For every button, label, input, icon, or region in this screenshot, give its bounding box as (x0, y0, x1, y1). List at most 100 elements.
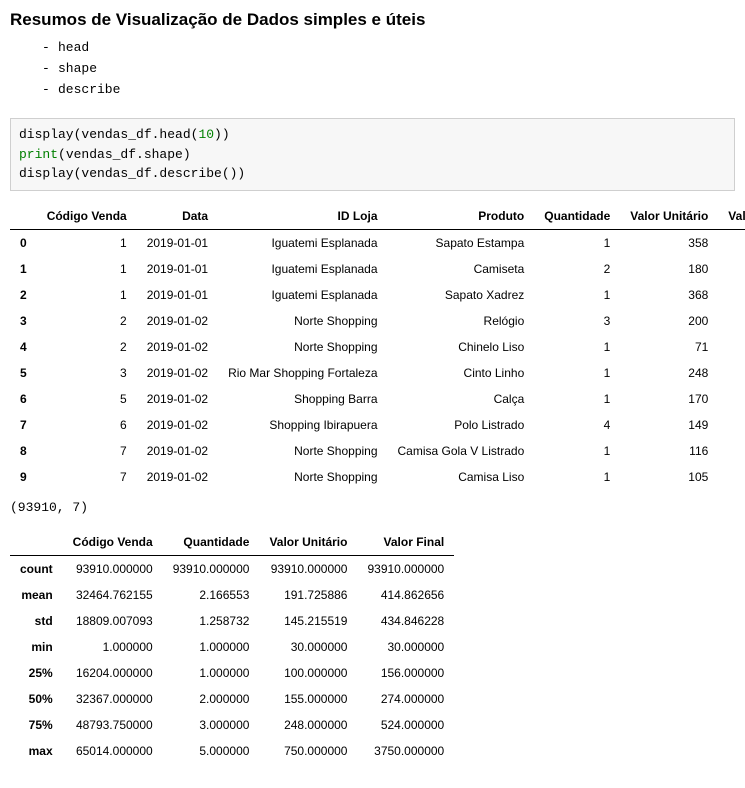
col-header: Código Venda (37, 203, 137, 230)
cell: 7 (37, 464, 137, 490)
cell: 93910.000000 (259, 555, 357, 582)
cell: 3750.000000 (357, 738, 454, 764)
cell: Iguatemi Esplanada (218, 229, 387, 256)
cell: 1 (534, 282, 620, 308)
head-output-table: Código Venda Data ID Loja Produto Quanti… (10, 203, 745, 490)
bullet-item: shape (58, 59, 735, 80)
cell: Sapato Estampa (388, 229, 535, 256)
table-row: 25%16204.0000001.000000100.000000156.000… (10, 660, 454, 686)
cell: 48793.750000 (63, 712, 163, 738)
cell: 3 (37, 360, 137, 386)
cell: 2.166553 (163, 582, 260, 608)
cell: 248.000000 (259, 712, 357, 738)
cell: Relógio (388, 308, 535, 334)
cell: 5 (37, 386, 137, 412)
table-row: mean32464.7621552.166553191.725886414.86… (10, 582, 454, 608)
cell: 1 (37, 282, 137, 308)
cell: 2.000000 (163, 686, 260, 712)
table-row: 50%32367.0000002.000000155.000000274.000… (10, 686, 454, 712)
section-heading: Resumos de Visualização de Dados simples… (10, 10, 735, 30)
cell: 1.000000 (63, 634, 163, 660)
cell: Norte Shopping (218, 438, 387, 464)
row-index: mean (10, 582, 63, 608)
cell: 155.000000 (259, 686, 357, 712)
cell: Shopping Barra (218, 386, 387, 412)
cell: 156.000000 (357, 660, 454, 686)
code-token: (vendas_df.shape) (58, 147, 191, 162)
row-index: std (10, 608, 63, 634)
cell: Cinto Linho (388, 360, 535, 386)
cell: Camisa Gola V Listrado (388, 438, 535, 464)
code-number: 10 (198, 127, 214, 142)
cell: 93910.000000 (163, 555, 260, 582)
cell: Sapato Xadrez (388, 282, 535, 308)
cell: 1 (534, 334, 620, 360)
row-index: count (10, 555, 63, 582)
cell: 358 (620, 229, 718, 256)
col-header: Código Venda (63, 529, 163, 556)
code-print: print (19, 147, 58, 162)
cell: 2019-01-02 (137, 438, 218, 464)
cell: 3.000000 (163, 712, 260, 738)
cell: 4 (534, 412, 620, 438)
cell: 1 (534, 360, 620, 386)
cell: 358 (718, 229, 745, 256)
cell: 93910.000000 (357, 555, 454, 582)
code-line: display(vendas_df.describe()) (19, 164, 726, 184)
row-index: min (10, 634, 63, 660)
cell: Norte Shopping (218, 464, 387, 490)
row-index: 1 (10, 256, 37, 282)
cell: Chinelo Liso (388, 334, 535, 360)
col-header: Valor Final (357, 529, 454, 556)
cell: 1 (37, 256, 137, 282)
cell: 2019-01-01 (137, 256, 218, 282)
describe-output-table: Código Venda Quantidade Valor Unitário V… (10, 529, 454, 764)
cell: 71 (718, 334, 745, 360)
cell: 2019-01-01 (137, 229, 218, 256)
row-index: 8 (10, 438, 37, 464)
cell: 65014.000000 (63, 738, 163, 764)
cell: 1 (534, 438, 620, 464)
index-corner (10, 529, 63, 556)
cell: 1.000000 (163, 660, 260, 686)
table-row: 112019-01-01Iguatemi EsplanadaCamiseta21… (10, 256, 745, 282)
cell: 30.000000 (357, 634, 454, 660)
row-index: 9 (10, 464, 37, 490)
index-corner (10, 203, 37, 230)
cell: 2019-01-02 (137, 386, 218, 412)
row-index: 3 (10, 308, 37, 334)
row-index: 0 (10, 229, 37, 256)
cell: 18809.007093 (63, 608, 163, 634)
table-row: 652019-01-02Shopping BarraCalça1170170 (10, 386, 745, 412)
cell: 7 (37, 438, 137, 464)
table-row: max65014.0000005.000000750.0000003750.00… (10, 738, 454, 764)
cell: 596 (718, 412, 745, 438)
cell: 2019-01-02 (137, 464, 218, 490)
cell: Iguatemi Esplanada (218, 282, 387, 308)
col-header: Valor Unitário (620, 203, 718, 230)
cell: Polo Listrado (388, 412, 535, 438)
row-index: 5 (10, 360, 37, 386)
cell: 3 (534, 308, 620, 334)
cell: 1 (534, 229, 620, 256)
cell: 434.846228 (357, 608, 454, 634)
cell: 170 (718, 386, 745, 412)
table-row: count93910.00000093910.00000093910.00000… (10, 555, 454, 582)
cell: 105 (620, 464, 718, 490)
cell: 32367.000000 (63, 686, 163, 712)
col-header: ID Loja (218, 203, 387, 230)
row-index: 25% (10, 660, 63, 686)
cell: 1 (37, 229, 137, 256)
cell: 1 (534, 386, 620, 412)
cell: 100.000000 (259, 660, 357, 686)
cell: 71 (620, 334, 718, 360)
cell: 248 (620, 360, 718, 386)
code-line: display(vendas_df.head(10)) (19, 125, 726, 145)
table-row: 762019-01-02Shopping IbirapueraPolo List… (10, 412, 745, 438)
cell: 248 (718, 360, 745, 386)
cell: Camiseta (388, 256, 535, 282)
row-index: max (10, 738, 63, 764)
table-row: 212019-01-01Iguatemi EsplanadaSapato Xad… (10, 282, 745, 308)
col-header: Quantidade (163, 529, 260, 556)
cell: 2019-01-02 (137, 360, 218, 386)
